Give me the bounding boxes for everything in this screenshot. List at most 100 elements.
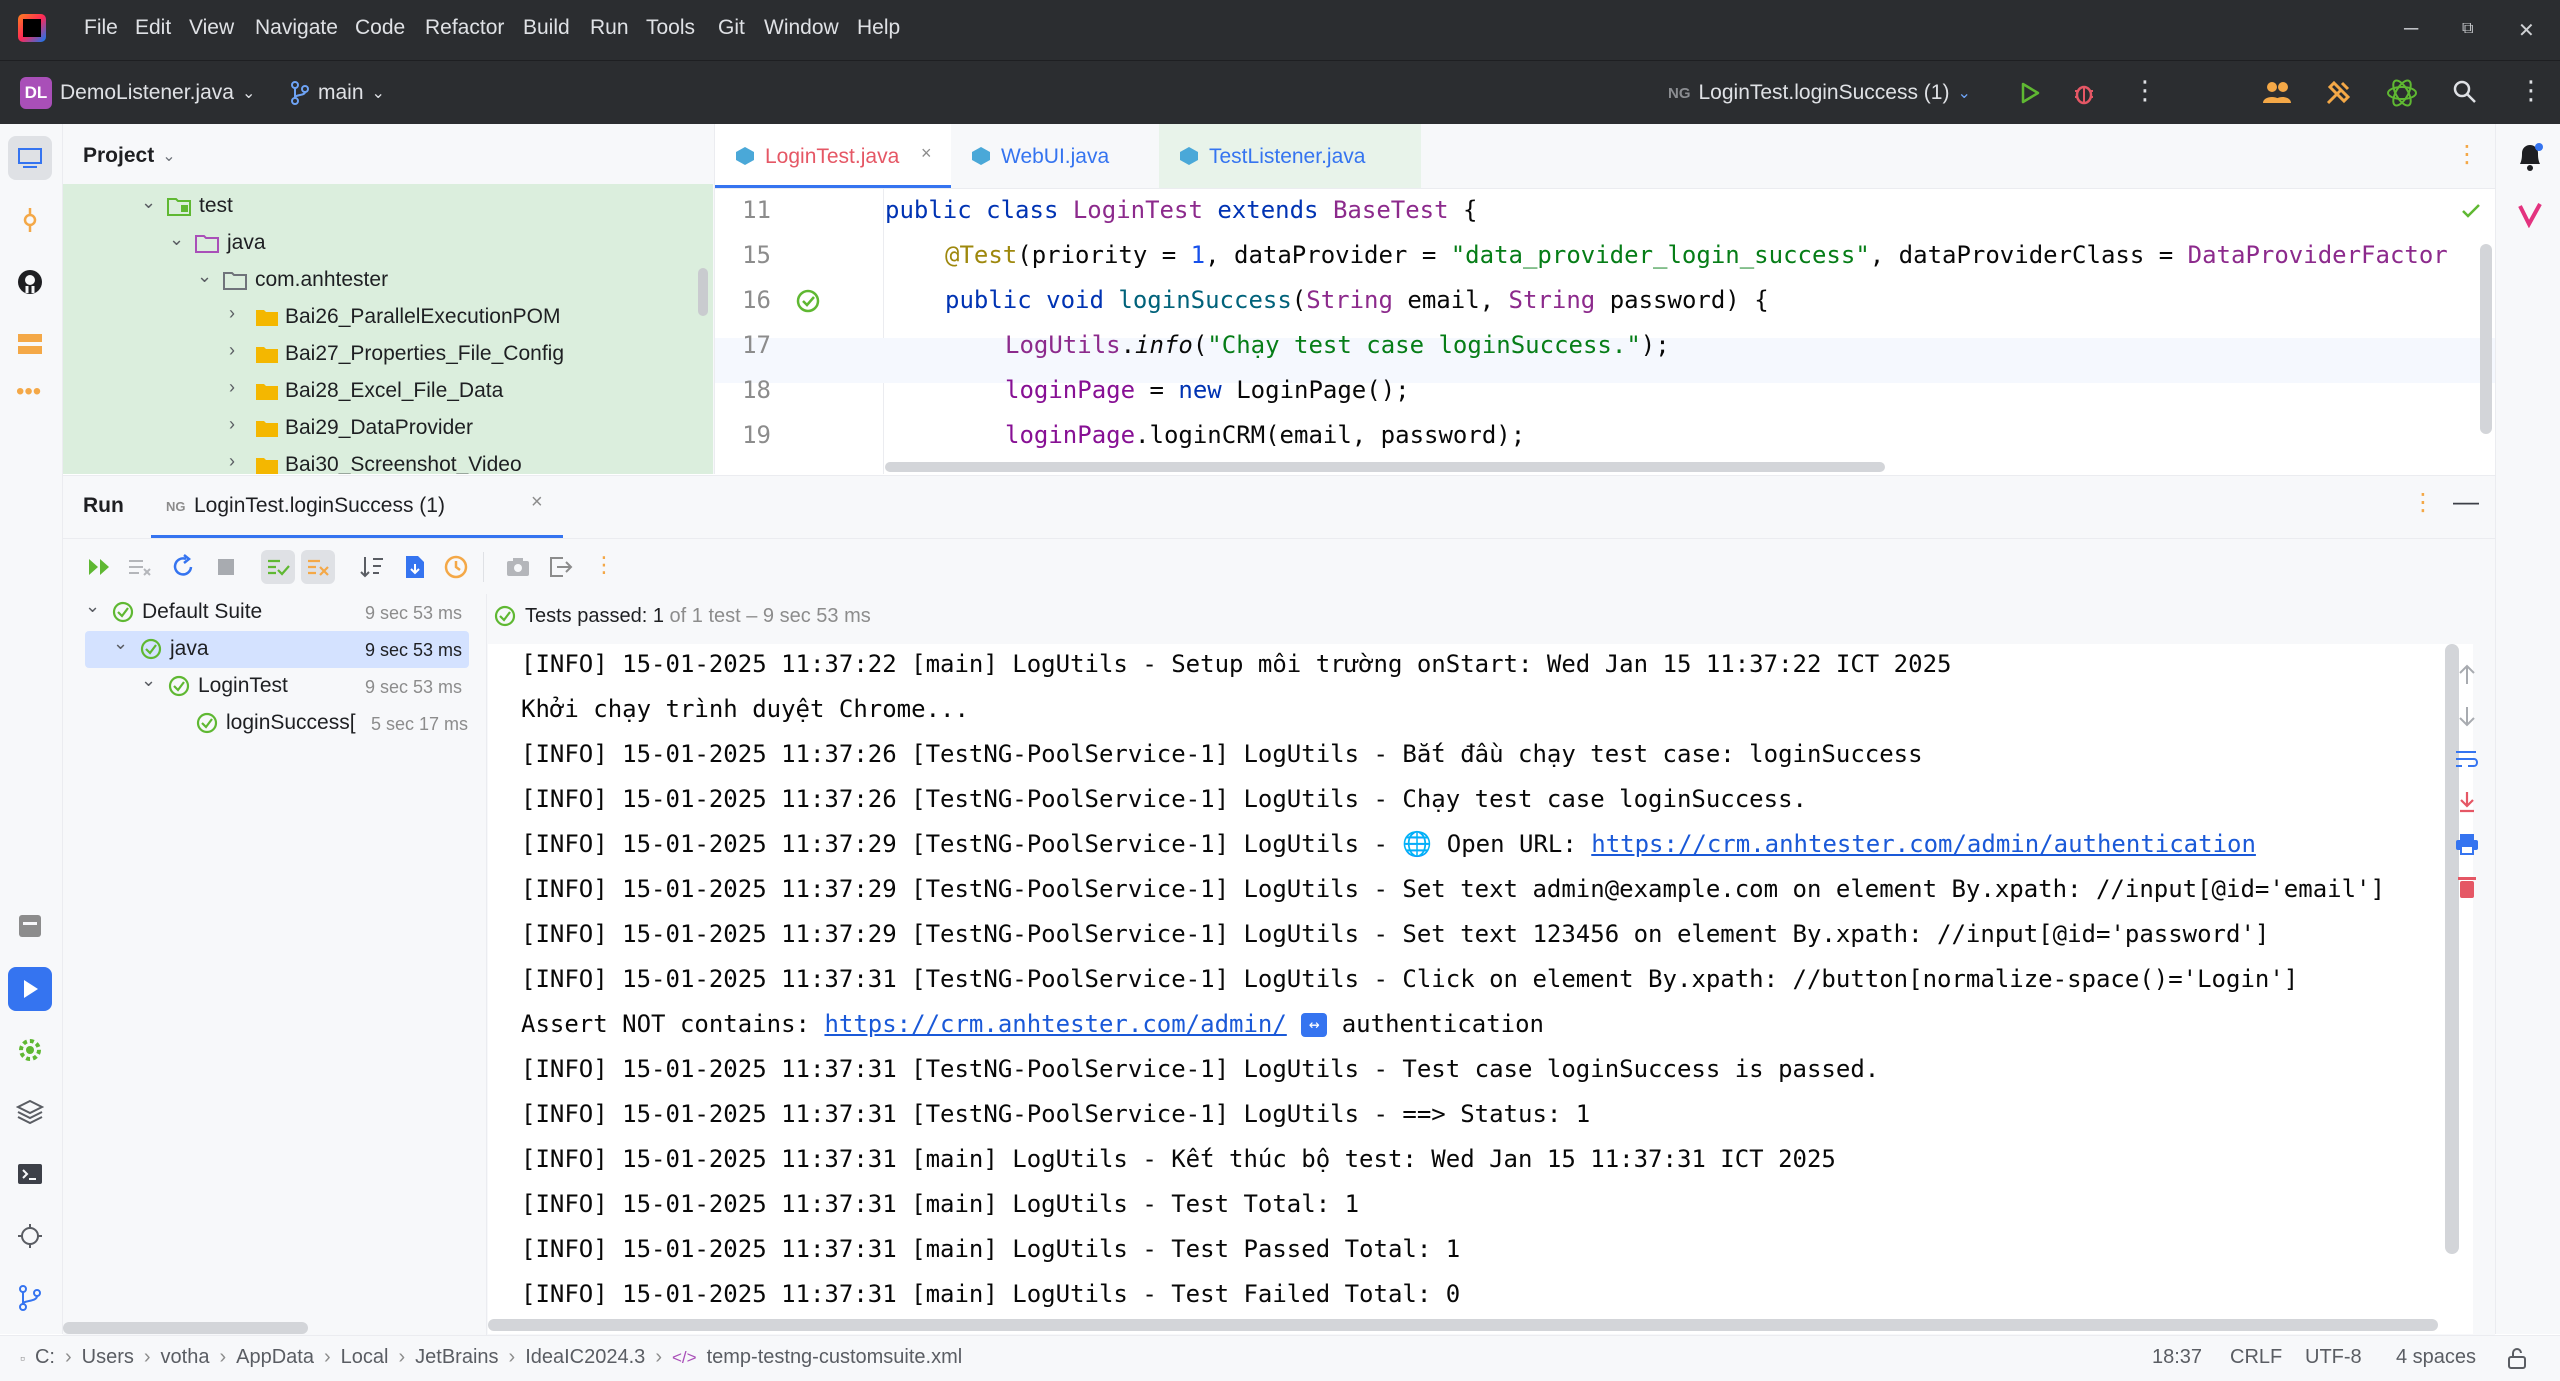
tree-row-suite[interactable]: ⌄ Default Suite 9 sec 53 ms bbox=[85, 594, 483, 630]
show-passed-toggle[interactable] bbox=[261, 550, 295, 584]
services-gear-icon[interactable] bbox=[16, 1036, 44, 1064]
run-icon[interactable] bbox=[2020, 82, 2040, 104]
close-icon[interactable]: ✕ bbox=[2518, 18, 2535, 43]
code-line[interactable]: 17 LogUtils.info("Chạy test case loginSu… bbox=[715, 323, 2495, 368]
chevron-down-icon[interactable]: ⌄ bbox=[141, 670, 156, 691]
app-logo-icon[interactable] bbox=[18, 14, 46, 42]
github-icon[interactable] bbox=[16, 268, 44, 296]
breadcrumb-item[interactable]: IdeaIC2024.3 bbox=[525, 1346, 645, 1369]
tree-row-test[interactable]: ⌄ test bbox=[63, 188, 713, 225]
code-line[interactable]: 18 loginPage = new LoginPage(); bbox=[715, 368, 2495, 413]
menu-file[interactable]: File bbox=[84, 16, 118, 40]
run-tab[interactable]: NG LoginTest.loginSuccess (1) × bbox=[151, 476, 563, 538]
run-options-icon[interactable]: ⋮ bbox=[2411, 488, 2435, 517]
code-line[interactable]: 11 public class LoginTest extends BaseTe… bbox=[715, 188, 2495, 233]
hide-panel-icon[interactable]: — bbox=[2453, 486, 2479, 517]
run-test-gutter-icon[interactable] bbox=[795, 288, 821, 314]
chevron-down-icon[interactable]: ⌄ bbox=[197, 266, 212, 287]
branch-selector[interactable]: main ⌄ bbox=[290, 77, 385, 109]
more-actions-icon[interactable]: ⋮ bbox=[593, 552, 615, 578]
chevron-right-icon[interactable]: › bbox=[229, 414, 235, 435]
settings-more-icon[interactable]: ⋮ bbox=[2518, 75, 2544, 106]
editor-vertical-scrollbar[interactable] bbox=[2480, 244, 2492, 434]
project-scrollbar[interactable] bbox=[698, 268, 708, 316]
caret-position[interactable]: 18:37 bbox=[2152, 1346, 2202, 1369]
console-vertical-scrollbar[interactable] bbox=[2445, 644, 2459, 1254]
tree-row-folder[interactable]: › Bai28_Excel_File_Data bbox=[63, 373, 713, 410]
menu-edit[interactable]: Edit bbox=[135, 16, 171, 40]
commit-icon[interactable] bbox=[20, 206, 40, 234]
tree-horizontal-scrollbar[interactable] bbox=[63, 1322, 308, 1334]
rerun-failed-icon[interactable] bbox=[87, 556, 113, 578]
menu-build[interactable]: Build bbox=[523, 16, 570, 40]
tree-row-method[interactable]: loginSuccess[ 5 sec 17 ms bbox=[85, 705, 483, 742]
ai-assistant-icon[interactable] bbox=[2386, 77, 2418, 109]
close-tab-icon[interactable]: × bbox=[531, 491, 543, 514]
close-tab-icon[interactable]: × bbox=[921, 143, 932, 164]
export-results-icon[interactable] bbox=[403, 554, 427, 580]
tree-row-folder[interactable]: › Bai26_ParallelExecutionPOM bbox=[63, 299, 713, 336]
run-config-selector[interactable]: NG LoginTest.loginSuccess (1) ⌄ bbox=[1668, 77, 1971, 109]
terminal-icon[interactable] bbox=[16, 1160, 44, 1188]
tree-row-folder[interactable]: › Bai29_DataProvider bbox=[63, 410, 713, 447]
stop-rerun-icon[interactable] bbox=[127, 556, 153, 578]
more-actions-icon[interactable]: ⋮ bbox=[2132, 75, 2158, 106]
tab-options-icon[interactable]: ⋮ bbox=[2455, 140, 2479, 169]
console-url-link[interactable]: https://crm.anhtester.com/admin/ bbox=[824, 1010, 1286, 1038]
console-url-link[interactable]: https://crm.anhtester.com/admin/authenti… bbox=[1591, 830, 2256, 858]
chevron-down-icon[interactable]: ⌄ bbox=[141, 192, 156, 213]
menu-help[interactable]: Help bbox=[857, 16, 900, 40]
chevron-right-icon[interactable]: › bbox=[229, 303, 235, 324]
debug-icon[interactable] bbox=[2073, 81, 2095, 105]
tree-row-java[interactable]: ⌄ java 9 sec 53 ms bbox=[85, 631, 469, 668]
menu-code[interactable]: Code bbox=[355, 16, 405, 40]
camera-icon[interactable] bbox=[505, 556, 531, 578]
stop-icon[interactable] bbox=[215, 556, 237, 578]
clear-all-icon[interactable] bbox=[2456, 874, 2478, 900]
project-selector[interactable]: DL DemoListener.java ⌄ bbox=[20, 77, 255, 109]
tab-webui[interactable]: WebUI.java bbox=[951, 124, 1151, 188]
indent-setting[interactable]: 4 spaces bbox=[2396, 1346, 2476, 1369]
restore-icon[interactable]: ⧉ bbox=[2462, 20, 2473, 38]
menu-navigate[interactable]: Navigate bbox=[255, 16, 338, 40]
project-panel-header[interactable]: Project ⌄ bbox=[83, 144, 176, 168]
file-encoding[interactable]: UTF-8 bbox=[2305, 1346, 2362, 1369]
menu-tools[interactable]: Tools bbox=[646, 16, 695, 40]
tree-row-java[interactable]: ⌄ java bbox=[63, 225, 713, 262]
chevron-down-icon[interactable]: ⌄ bbox=[113, 633, 128, 654]
tree-row-class[interactable]: ⌄ LoginTest 9 sec 53 ms bbox=[85, 668, 483, 705]
breadcrumb-item[interactable]: temp-testng-customsuite.xml bbox=[707, 1346, 963, 1369]
bookmarks-icon[interactable] bbox=[16, 912, 44, 940]
menu-view[interactable]: View bbox=[189, 16, 234, 40]
tools-icon[interactable] bbox=[2324, 79, 2352, 107]
history-icon[interactable] bbox=[443, 554, 469, 580]
layers-icon[interactable] bbox=[16, 1098, 44, 1126]
breadcrumb-item[interactable]: Users bbox=[82, 1346, 134, 1369]
chevron-down-icon[interactable]: ⌄ bbox=[85, 596, 100, 617]
chevron-down-icon[interactable]: ⌄ bbox=[169, 229, 184, 250]
console-horizontal-scrollbar[interactable] bbox=[488, 1319, 2438, 1331]
tab-logintest[interactable]: LoginTest.java × bbox=[715, 124, 951, 188]
code-line[interactable]: 19 loginPage.loginCRM(email, password); bbox=[715, 413, 2495, 458]
menu-git[interactable]: Git bbox=[718, 16, 745, 40]
menu-run[interactable]: Run bbox=[590, 16, 629, 40]
v-plugin-icon[interactable] bbox=[2518, 202, 2542, 228]
code-with-me-icon[interactable] bbox=[2262, 79, 2292, 105]
run-tool-icon[interactable] bbox=[8, 967, 52, 1011]
project-tool-icon[interactable] bbox=[8, 136, 52, 180]
database-icon[interactable] bbox=[16, 330, 44, 358]
breadcrumb-item[interactable]: Local bbox=[341, 1346, 389, 1369]
breadcrumb-item[interactable]: votha bbox=[161, 1346, 210, 1369]
sort-icon[interactable] bbox=[359, 554, 385, 580]
search-icon[interactable] bbox=[2452, 79, 2478, 105]
chevron-right-icon[interactable]: › bbox=[229, 377, 235, 398]
up-arrow-icon[interactable] bbox=[2456, 663, 2478, 687]
show-ignored-toggle[interactable] bbox=[301, 550, 335, 584]
editor-horizontal-scrollbar[interactable] bbox=[885, 462, 1885, 472]
problems-icon[interactable] bbox=[16, 1222, 44, 1250]
tree-row-package[interactable]: ⌄ com.anhtester bbox=[63, 262, 713, 299]
breadcrumb-item[interactable]: AppData bbox=[236, 1346, 314, 1369]
more-tools-icon[interactable]: ••• bbox=[16, 378, 41, 406]
chevron-right-icon[interactable]: › bbox=[229, 451, 235, 472]
breadcrumb-item[interactable]: JetBrains bbox=[415, 1346, 498, 1369]
